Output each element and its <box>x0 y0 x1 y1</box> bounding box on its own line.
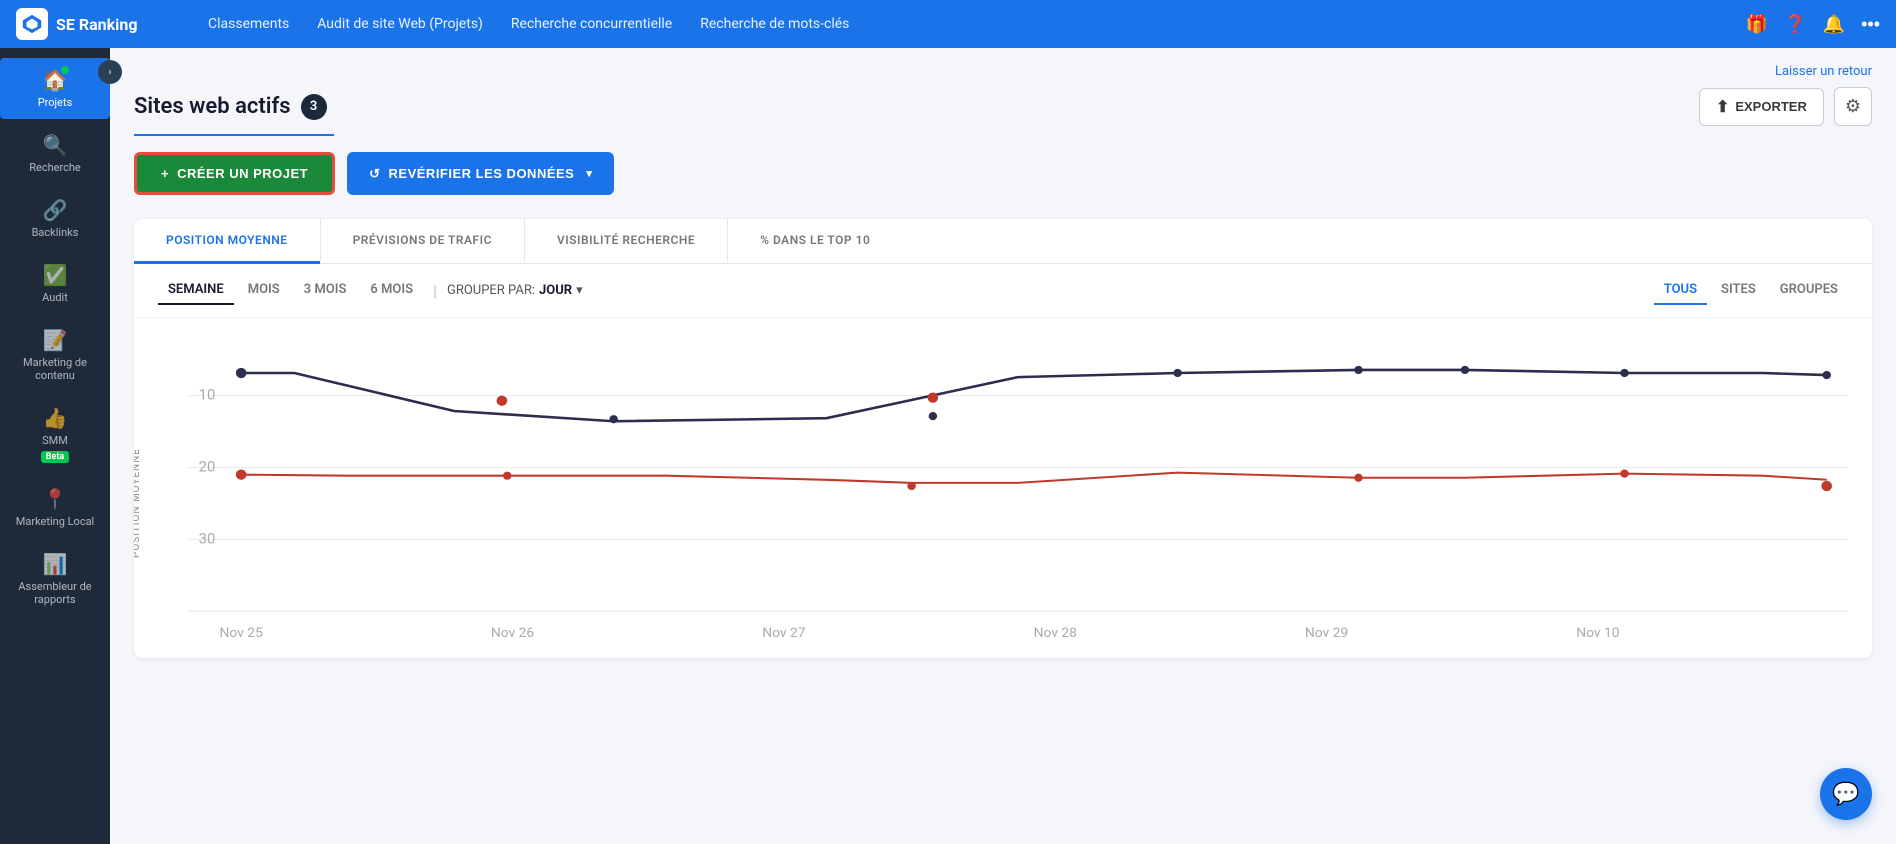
svg-text:Nov 27: Nov 27 <box>762 625 806 641</box>
page-title: Sites web actifs <box>134 94 291 119</box>
home-icon: 🏠 <box>43 68 68 92</box>
sidebar-label-audit: Audit <box>42 291 68 304</box>
chart-section: POSITION MOYENNE PRÉVISIONS DE TRAFIC VI… <box>134 219 1872 658</box>
tab-top10[interactable]: % DANS LE TOP 10 <box>727 219 902 264</box>
sidebar-item-smm[interactable]: 👍 SMM Beta <box>0 396 110 473</box>
view-tous[interactable]: TOUS <box>1654 276 1707 305</box>
create-project-button[interactable]: + CRÉER UN PROJET <box>134 152 335 195</box>
sidebar-label-local: Marketing Local <box>16 515 94 528</box>
header-row: Sites web actifs 3 ⬆ EXPORTER ⚙ <box>134 87 1872 126</box>
sidebar-item-projets[interactable]: 🏠 Projets <box>0 58 110 119</box>
tab-previsions-trafic[interactable]: PRÉVISIONS DE TRAFIC <box>320 219 524 264</box>
tab-6mois[interactable]: 6 MOIS <box>360 276 423 305</box>
view-sites[interactable]: SITES <box>1711 276 1766 305</box>
gift-icon[interactable]: 🎁 <box>1746 14 1768 35</box>
svg-text:Nov 26: Nov 26 <box>491 625 534 641</box>
chevron-down-icon: ▾ <box>586 167 592 180</box>
time-left: SEMAINE MOIS 3 MOIS 6 MOIS | GROUPER PAR… <box>158 276 583 305</box>
nav-audit[interactable]: Audit de site Web (Projets) <box>317 16 483 32</box>
action-buttons: + CRÉER UN PROJET ↺ REVÉRIFIER LES DONNÉ… <box>134 152 1872 195</box>
export-icon: ⬆ <box>1716 97 1729 117</box>
top-navigation: SE Ranking Classements Audit de site Web… <box>0 0 1896 48</box>
svg-text:30: 30 <box>199 530 216 548</box>
svg-text:Nov 10: Nov 10 <box>1576 625 1619 641</box>
logo-icon <box>16 8 48 40</box>
plus-icon: + <box>161 166 169 181</box>
view-tabs: TOUS SITES GROUPES <box>1654 276 1848 305</box>
nav-recherche-conc[interactable]: Recherche concurrentielle <box>511 16 672 32</box>
sidebar-label-marketing: Marketing de contenu <box>8 356 102 382</box>
y-axis-label: POSITION MOYENNE <box>134 448 142 558</box>
chart-svg: 10 20 30 <box>188 334 1848 642</box>
recheck-button[interactable]: ↺ REVÉRIFIER LES DONNÉES ▾ <box>347 152 614 195</box>
page-title-area: Sites web actifs 3 <box>134 94 327 120</box>
chat-fab[interactable]: 💬 <box>1820 768 1872 820</box>
svg-text:Nov 25: Nov 25 <box>220 625 264 641</box>
group-by-value: JOUR <box>539 283 572 298</box>
sidebar-item-marketing-local[interactable]: 📍 Marketing Local <box>0 477 110 538</box>
tab-semaine[interactable]: SEMAINE <box>158 276 234 305</box>
create-label: CRÉER UN PROJET <box>177 166 308 181</box>
sidebar-label-backlinks: Backlinks <box>32 226 79 239</box>
sidebar-item-marketing-contenu[interactable]: 📝 Marketing de contenu <box>0 318 110 392</box>
main-content: Laisser un retour Sites web actifs 3 ⬆ E… <box>110 48 1896 844</box>
logo-text: SE Ranking <box>56 15 138 34</box>
sidebar-item-audit[interactable]: ✅ Audit <box>0 253 110 314</box>
search-icon: 🔍 <box>43 133 68 157</box>
refresh-icon: ↺ <box>369 166 380 182</box>
project-count-badge: 3 <box>301 94 327 120</box>
group-by-select[interactable]: GROUPER PAR: JOUR ▾ <box>447 283 583 298</box>
nav-recherche-mots[interactable]: Recherche de mots-clés <box>700 16 849 32</box>
export-button[interactable]: ⬆ EXPORTER <box>1699 88 1824 126</box>
group-by-label: GROUPER PAR: <box>447 283 535 298</box>
sidebar-toggle[interactable]: › <box>98 60 122 84</box>
tab-visibilite-recherche[interactable]: VISIBILITÉ RECHERCHE <box>524 219 727 264</box>
svg-text:Nov 29: Nov 29 <box>1305 625 1348 641</box>
chat-icon: 💬 <box>1832 782 1859 807</box>
feedback-link[interactable]: Laisser un retour <box>134 64 1872 79</box>
svg-text:Nov 28: Nov 28 <box>1034 625 1077 641</box>
header-actions: ⬆ EXPORTER ⚙ <box>1699 87 1872 126</box>
tab-3mois[interactable]: 3 MOIS <box>294 276 357 305</box>
sidebar-item-recherche[interactable]: 🔍 Recherche <box>0 123 110 184</box>
settings-button[interactable]: ⚙ <box>1834 87 1872 126</box>
view-groupes[interactable]: GROUPES <box>1770 276 1848 305</box>
smm-icon: 👍 <box>43 406 68 430</box>
tab-position-moyenne[interactable]: POSITION MOYENNE <box>134 219 320 264</box>
export-label: EXPORTER <box>1735 99 1807 114</box>
beta-badge: Beta <box>41 451 69 463</box>
sidebar-label-smm: SMM <box>42 434 68 447</box>
help-icon[interactable]: ❓ <box>1784 14 1806 35</box>
nav-classements[interactable]: Classements <box>208 16 289 32</box>
more-icon[interactable]: ••• <box>1861 14 1880 35</box>
content-icon: 📝 <box>43 328 68 352</box>
sidebar-label-recherche: Recherche <box>29 161 81 174</box>
recheck-label: REVÉRIFIER LES DONNÉES <box>389 166 575 181</box>
tab-mois[interactable]: MOIS <box>238 276 290 305</box>
chart-area: POSITION MOYENNE 10 20 30 <box>134 318 1872 658</box>
notification-icon[interactable]: 🔔 <box>1823 14 1845 35</box>
location-icon: 📍 <box>43 487 68 511</box>
audit-icon: ✅ <box>43 263 68 287</box>
sidebar: › 🏠 Projets 🔍 Recherche 🔗 Backlinks ✅ Au… <box>0 48 110 844</box>
metric-tabs: POSITION MOYENNE PRÉVISIONS DE TRAFIC VI… <box>134 219 1872 264</box>
nav-links: Classements Audit de site Web (Projets) … <box>208 16 1714 32</box>
svg-text:20: 20 <box>199 458 216 476</box>
divider: | <box>433 281 437 300</box>
sidebar-label-projets: Projets <box>38 96 73 109</box>
title-underline <box>134 134 334 136</box>
gear-icon: ⚙ <box>1845 96 1861 116</box>
sidebar-label-assembleur: Assembleur de rapports <box>8 580 102 606</box>
chevron-down-icon: ▾ <box>576 283 583 298</box>
svg-text:10: 10 <box>199 386 216 404</box>
time-controls-row: SEMAINE MOIS 3 MOIS 6 MOIS | GROUPER PAR… <box>134 264 1872 318</box>
sidebar-item-backlinks[interactable]: 🔗 Backlinks <box>0 188 110 249</box>
link-icon: 🔗 <box>43 198 68 222</box>
report-icon: 📊 <box>43 552 68 576</box>
nav-icon-group: 🎁 ❓ 🔔 ••• <box>1746 14 1880 35</box>
sidebar-item-assembleur[interactable]: 📊 Assembleur de rapports <box>0 542 110 616</box>
logo[interactable]: SE Ranking <box>16 8 176 40</box>
